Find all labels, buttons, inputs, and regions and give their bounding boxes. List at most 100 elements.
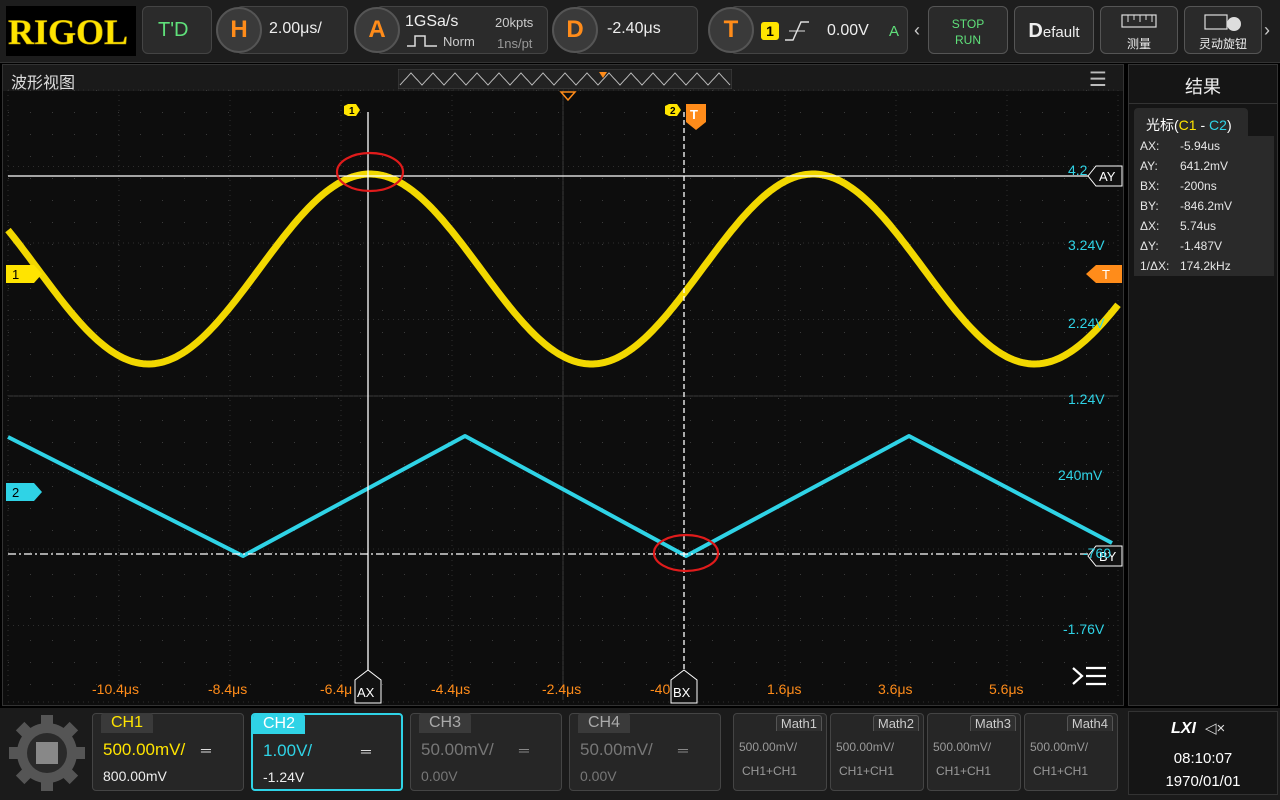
y-tick-label: 1.24V xyxy=(1068,391,1105,407)
results-title: 结果 xyxy=(1185,77,1221,97)
trigger-time-letter: T xyxy=(690,107,698,122)
y-tick-label: 240mV xyxy=(1058,467,1103,483)
ay-text: AY xyxy=(1099,169,1116,184)
y-tick-label: -1.76V xyxy=(1063,621,1105,637)
result-value: 5.74us xyxy=(1180,219,1217,233)
ch2-label: CH2 xyxy=(253,714,306,734)
math2-box[interactable]: Math2 500.00mV/ CH1+CH1 xyxy=(830,713,924,791)
math1-box[interactable]: Math1 500.00mV/ CH1+CH1 xyxy=(733,713,827,791)
ax-text: AX xyxy=(357,685,375,700)
x-tick-label: -2.4μs xyxy=(542,681,581,697)
x-tick-label: -40 xyxy=(650,681,670,697)
result-row: ΔY: -1.487V xyxy=(1140,239,1280,253)
ch4-label: CH4 xyxy=(578,713,631,733)
result-row: ΔX: 5.74us xyxy=(1140,219,1280,233)
ch2-scale: 1.00V/ xyxy=(263,741,313,760)
x-tick-label: -4.4μs xyxy=(431,681,470,697)
y-tick-label: 4.2 xyxy=(1068,162,1088,178)
y-tick-label: 3.24V xyxy=(1068,237,1105,253)
ruler-icon xyxy=(1121,14,1157,28)
ch4-offset: 0.00V xyxy=(580,768,617,784)
sound-muted-icon[interactable]: ◁× xyxy=(1205,719,1225,737)
math2-label: Math2 xyxy=(872,715,919,731)
ch3-offset: 0.00V xyxy=(421,768,458,784)
result-row: AY: 641.2mV xyxy=(1140,159,1280,173)
cursor-a-number: 1 xyxy=(349,106,355,117)
ch4-settings-box[interactable]: CH4 50.00mV/ ═ 0.00V xyxy=(569,713,721,791)
result-row: AX: -5.94us xyxy=(1140,139,1280,153)
math2-scale: 500.00mV/ xyxy=(836,740,895,754)
ch3-scale: 50.00mV/ xyxy=(421,740,494,759)
result-key: AY: xyxy=(1140,159,1158,173)
trigger-level-letter: T xyxy=(1102,267,1110,282)
math3-expr: CH1+CH1 xyxy=(936,764,992,778)
math4-box[interactable]: Math4 500.00mV/ CH1+CH1 xyxy=(1024,713,1118,791)
x-tick-label: 5.6μs xyxy=(989,681,1024,697)
x-tick-label: -8.4μs xyxy=(208,681,247,697)
math4-scale: 500.00mV/ xyxy=(1030,740,1089,754)
ch2-coupling-icon: ═ xyxy=(361,743,371,759)
math4-label: Math4 xyxy=(1066,715,1113,731)
result-value: -200ns xyxy=(1180,179,1217,193)
x-tick-label: 1.6μs xyxy=(767,681,802,697)
cursor-b-number: 2 xyxy=(670,106,676,117)
ch3-settings-box[interactable]: CH3 50.00mV/ ═ 0.00V xyxy=(410,713,562,791)
ch3-coupling-icon: ═ xyxy=(519,742,529,758)
cursor-results-list: AX: -5.94us AY: 641.2mV BX: -200ns BY: -846.… xyxy=(1134,136,1274,276)
result-key: 1/ΔX: xyxy=(1140,259,1170,273)
x-axis-labels: -10.4μs -8.4μs -6.4μ -4.4μs -2.4μs -40 1… xyxy=(92,681,1024,697)
cursor-tab-c1: C1 xyxy=(1178,117,1197,133)
math3-label: Math3 xyxy=(969,715,1016,731)
cursor-results-tab[interactable]: 光标(C1 - C2) xyxy=(1134,108,1248,138)
result-value: -1.487V xyxy=(1180,239,1223,253)
result-key: ΔX: xyxy=(1140,219,1160,233)
scroll-right-icon[interactable]: › xyxy=(1264,20,1270,41)
ch1-label: CH1 xyxy=(101,713,154,733)
ch2-offset: -1.24V xyxy=(263,769,305,785)
grid xyxy=(7,89,1119,703)
status-clock-panel: LXI ◁× 08:10:07 1970/01/01 xyxy=(1128,711,1278,795)
math1-expr: CH1+CH1 xyxy=(742,764,798,778)
math2-expr: CH1+CH1 xyxy=(839,764,895,778)
ch1-scale: 500.00mV/ xyxy=(103,740,186,759)
ch4-coupling-icon: ═ xyxy=(678,742,688,758)
math3-scale: 500.00mV/ xyxy=(933,740,992,754)
cursor-tab-prefix: 光标( xyxy=(1146,117,1179,133)
result-key: BY: xyxy=(1140,199,1159,213)
ch2-marker-number: 2 xyxy=(12,485,19,500)
math1-scale: 500.00mV/ xyxy=(739,740,798,754)
ch1-marker-number: 1 xyxy=(12,267,19,282)
ch2-settings-box[interactable]: CH2 1.00V/ ═ -1.24V xyxy=(251,713,403,791)
cursor-tab-title: 光标(C1 - C2) xyxy=(1146,115,1232,135)
result-value: -846.2mV xyxy=(1180,199,1233,213)
waveform-canvas[interactable]: 1 2 T 1 2 T AY BY AX BX 4.2 3.24V 2.24V … xyxy=(0,0,1126,708)
smart-knob-button[interactable]: 灵动旋钮 xyxy=(1184,6,1262,54)
result-key: BX: xyxy=(1140,179,1160,193)
result-key: AX: xyxy=(1140,139,1160,153)
x-tick-label: 3.6μs xyxy=(878,681,913,697)
x-tick-label: -6.4μ xyxy=(320,681,352,697)
bx-text: BX xyxy=(673,685,691,700)
ch1-settings-box[interactable]: CH1 500.00mV/ ═ 800.00mV xyxy=(92,713,244,791)
ch1-offset: 800.00mV xyxy=(103,768,167,784)
ch3-label: CH3 xyxy=(419,713,472,733)
result-value: 641.2mV xyxy=(1180,159,1229,173)
math1-label: Math1 xyxy=(775,715,822,731)
clock-time: 08:10:07 xyxy=(1173,750,1233,767)
math4-expr: CH1+CH1 xyxy=(1033,764,1089,778)
ay-cursor-label[interactable]: AY xyxy=(1087,165,1123,187)
knob-icon xyxy=(1204,14,1241,31)
home-gear-icon[interactable] xyxy=(8,714,86,792)
cursor-tab-suffix: ) xyxy=(1226,117,1232,133)
ch4-scale: 50.00mV/ xyxy=(580,740,653,759)
lxi-logo: LXI xyxy=(1171,720,1196,737)
knob-label: 灵动旋钮 xyxy=(1198,37,1247,51)
result-value: 174.2kHz xyxy=(1180,259,1231,273)
math3-box[interactable]: Math3 500.00mV/ CH1+CH1 xyxy=(927,713,1021,791)
result-key: ΔY: xyxy=(1140,239,1159,253)
result-value: -5.94us xyxy=(1180,139,1221,153)
result-row: 1/ΔX: 174.2kHz xyxy=(1140,259,1280,273)
result-row: BX: -200ns xyxy=(1140,179,1280,193)
ch1-coupling-icon: ═ xyxy=(201,742,211,758)
y-tick-label: -760 xyxy=(1083,545,1111,561)
